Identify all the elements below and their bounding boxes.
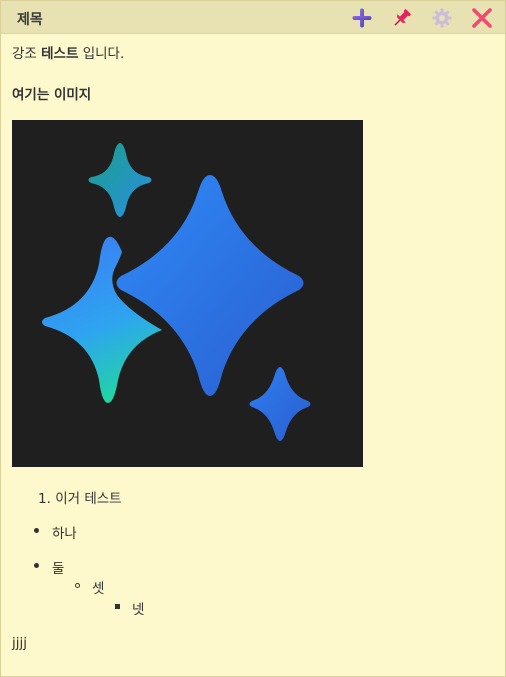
add-icon bbox=[352, 8, 372, 28]
intro-text-prefix: 강조 bbox=[12, 46, 42, 62]
list-number: 1. bbox=[38, 491, 51, 507]
add-note-button[interactable] bbox=[350, 6, 374, 30]
list-item-text: 하나 bbox=[52, 526, 77, 542]
list-item-text: 넷 bbox=[132, 602, 145, 618]
image-heading: 여기는 이미지 bbox=[12, 87, 92, 103]
bullet-circle bbox=[75, 583, 80, 588]
gear-icon bbox=[432, 8, 452, 28]
ordered-list-item: 1. 이거 테스트 bbox=[38, 487, 122, 507]
sparkle-icon bbox=[42, 143, 311, 441]
intro-text-suffix: 입니다. bbox=[78, 46, 125, 62]
list-item-text: 둘 bbox=[52, 561, 65, 577]
note-title: 제목 bbox=[17, 12, 43, 28]
close-button[interactable] bbox=[470, 6, 494, 30]
list-item-text: 셋 bbox=[92, 581, 105, 597]
embedded-image bbox=[12, 120, 363, 467]
settings-button[interactable] bbox=[430, 6, 454, 30]
pin-icon bbox=[394, 9, 411, 26]
pin-button[interactable] bbox=[390, 6, 414, 30]
title-bar[interactable]: 제목 bbox=[1, 1, 505, 34]
list-item-text: 이거 테스트 bbox=[55, 491, 122, 507]
sticky-note-window: 제목 강조 테스트 입니다. 여기는 이미지 1. 이거 테스트 하나 둘 셋 … bbox=[0, 0, 506, 677]
bullet-square bbox=[115, 604, 120, 609]
paragraph-intro: 강조 테스트 입니다. bbox=[12, 42, 124, 62]
intro-text-bold: 테스트 bbox=[41, 46, 79, 62]
bullet-dot bbox=[34, 528, 39, 533]
close-icon bbox=[472, 8, 492, 28]
bullet-dot bbox=[34, 563, 39, 568]
paragraph-footer: jjjj bbox=[12, 635, 28, 651]
